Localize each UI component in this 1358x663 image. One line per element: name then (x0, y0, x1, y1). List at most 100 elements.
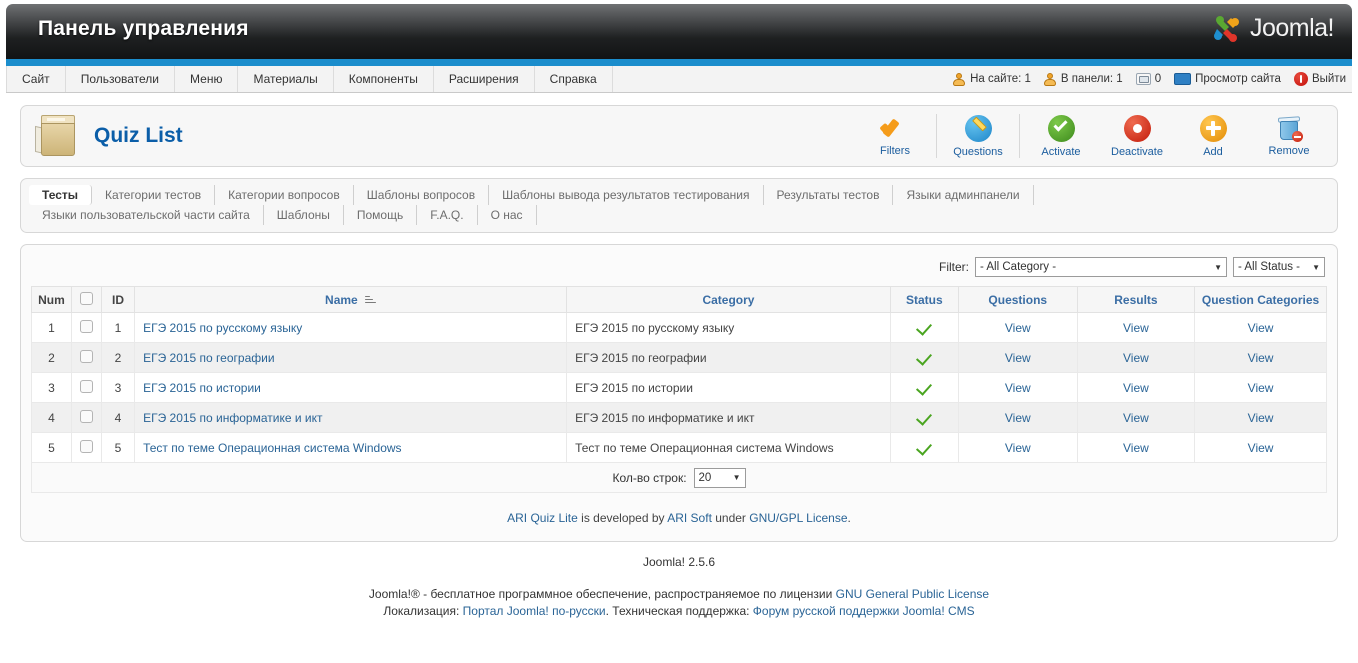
header-id[interactable]: ID (100, 286, 136, 313)
row-results-cell: View (1076, 432, 1196, 463)
admins-status[interactable]: В панели: 1 (1043, 72, 1123, 86)
questions-button[interactable]: Questions (940, 110, 1016, 162)
header-category[interactable]: Category (566, 286, 891, 313)
row-status-cell[interactable] (889, 372, 959, 403)
row-checkbox[interactable] (79, 319, 93, 333)
row-checkbox[interactable] (79, 349, 93, 363)
menu-item-extensions[interactable]: Расширения (434, 66, 535, 92)
header-results[interactable]: Results (1076, 286, 1196, 313)
row-name-link[interactable]: Тест по теме Операционная система Window… (143, 441, 402, 455)
row-name-link[interactable]: ЕГЭ 2015 по географии (143, 351, 274, 365)
header-num[interactable]: Num (31, 286, 72, 313)
row-checkbox-cell[interactable] (70, 342, 102, 373)
tab-test-results[interactable]: Результаты тестов (764, 185, 894, 205)
tab-result-output-templates[interactable]: Шаблоны вывода результатов тестирования (489, 185, 764, 205)
row-checkbox[interactable] (79, 379, 93, 393)
row-results-link[interactable]: View (1123, 351, 1149, 365)
joomla-russian-portal-link[interactable]: Портал Joomla! по-русски (463, 604, 606, 618)
tab-test-categories[interactable]: Категории тестов (92, 185, 216, 205)
toolbar-separator (1019, 114, 1020, 158)
filter-row: Filter: - All Category - ▼ - All Status … (31, 255, 1327, 286)
gnu-gpl-license-link[interactable]: GNU/GPL License (749, 511, 847, 525)
row-results-link[interactable]: View (1123, 441, 1149, 455)
row-question-categories-link[interactable]: View (1248, 411, 1274, 425)
menu-item-help[interactable]: Справка (535, 66, 613, 92)
add-label: Add (1203, 145, 1223, 158)
row-status-cell[interactable] (889, 402, 959, 433)
row-question-categories-link[interactable]: View (1248, 321, 1274, 335)
credit-mid2-text: under (711, 511, 750, 525)
table-header-row: Num ID Name Category Status Questions Re… (31, 286, 1327, 313)
row-checkbox-cell[interactable] (70, 372, 102, 403)
row-questions-link[interactable]: View (1005, 351, 1031, 365)
row-name-link[interactable]: ЕГЭ 2015 по информатике и икт (143, 411, 322, 425)
tab-tests[interactable]: Тесты (29, 185, 93, 205)
row-question-categories-link[interactable]: View (1248, 441, 1274, 455)
tab-templates[interactable]: Шаблоны (264, 205, 344, 225)
menu-item-users[interactable]: Пользователи (66, 66, 176, 92)
tab-help[interactable]: Помощь (344, 205, 418, 225)
preview-site-link[interactable]: Просмотр сайта (1174, 73, 1281, 85)
product-credit: ARI Quiz Lite is developed by ARI Soft u… (31, 493, 1327, 525)
header-questions[interactable]: Questions (957, 286, 1078, 313)
row-question-categories-link[interactable]: View (1248, 381, 1274, 395)
row-checkbox[interactable] (79, 439, 93, 453)
tab-about[interactable]: О нас (478, 205, 537, 225)
header-status[interactable]: Status (889, 286, 959, 313)
activate-button[interactable]: Activate (1023, 110, 1099, 162)
row-questions-link[interactable]: View (1005, 441, 1031, 455)
menu-item-content[interactable]: Материалы (238, 66, 334, 92)
status-filter-select[interactable]: - All Status - ▼ (1233, 257, 1325, 277)
tab-question-categories[interactable]: Категории вопросов (215, 185, 354, 205)
row-status-cell[interactable] (889, 342, 959, 373)
row-questions-link[interactable]: View (1005, 411, 1031, 425)
box-icon (35, 115, 81, 157)
row-results-link[interactable]: View (1123, 411, 1149, 425)
row-checkbox-cell[interactable] (70, 432, 102, 463)
row-status-cell[interactable] (889, 312, 959, 343)
add-button[interactable]: Add (1175, 110, 1251, 162)
row-results-link[interactable]: View (1123, 381, 1149, 395)
row-checkbox-cell[interactable] (70, 312, 102, 343)
category-filter-select[interactable]: - All Category - ▼ (975, 257, 1227, 277)
tab-frontend-languages[interactable]: Языки пользовательской части сайта (29, 205, 264, 225)
row-results-link[interactable]: View (1123, 321, 1149, 335)
tab-faq[interactable]: F.A.Q. (417, 205, 478, 225)
deactivate-button[interactable]: Deactivate (1099, 110, 1175, 162)
visitors-status[interactable]: На сайте: 1 (953, 72, 1031, 86)
ari-quiz-lite-link[interactable]: ARI Quiz Lite (507, 511, 578, 525)
joomla-russian-forum-link[interactable]: Форум русской поддержки Joomla! CMS (753, 604, 975, 618)
filters-button[interactable]: Filters (857, 110, 933, 162)
remove-button[interactable]: Remove (1251, 110, 1327, 162)
gnu-general-public-license-link[interactable]: GNU General Public License (836, 587, 989, 601)
row-question-categories-link[interactable]: View (1248, 351, 1274, 365)
row-name-link[interactable]: ЕГЭ 2015 по русскому языку (143, 321, 302, 335)
row-questions-link[interactable]: View (1005, 381, 1031, 395)
row-name-link[interactable]: ЕГЭ 2015 по истории (143, 381, 261, 395)
tab-admin-languages[interactable]: Языки админпанели (893, 185, 1034, 205)
select-all-checkbox[interactable] (79, 291, 93, 305)
header-select-all[interactable] (70, 286, 102, 313)
header-name[interactable]: Name (134, 286, 568, 313)
logout-button[interactable]: Выйти (1293, 72, 1346, 86)
chevron-down-icon: ▼ (732, 473, 741, 482)
row-question-categories-cell: View (1194, 312, 1327, 343)
tab-question-templates[interactable]: Шаблоны вопросов (354, 185, 490, 205)
row-questions-link[interactable]: View (1005, 321, 1031, 335)
header-question-categories[interactable]: Question Categories (1194, 286, 1327, 313)
messages-status[interactable]: 0 (1135, 73, 1161, 85)
admins-label: В панели: 1 (1060, 73, 1123, 85)
row-status-cell[interactable] (889, 432, 959, 463)
row-checkbox-cell[interactable] (70, 402, 102, 433)
ari-soft-link[interactable]: ARI Soft (667, 511, 712, 525)
status-active-icon (916, 348, 933, 366)
row-checkbox[interactable] (79, 409, 93, 423)
rows-per-page-select[interactable]: 20 ▼ (693, 467, 746, 488)
page-header-title: Панель управления (38, 17, 249, 40)
menu-item-menus[interactable]: Меню (175, 66, 239, 92)
menu-item-components[interactable]: Компоненты (334, 66, 434, 92)
pencil-circle-icon (964, 114, 992, 142)
menu-item-site[interactable]: Сайт (6, 66, 66, 92)
row-questions-cell: View (957, 402, 1078, 433)
activate-label: Activate (1041, 145, 1081, 158)
